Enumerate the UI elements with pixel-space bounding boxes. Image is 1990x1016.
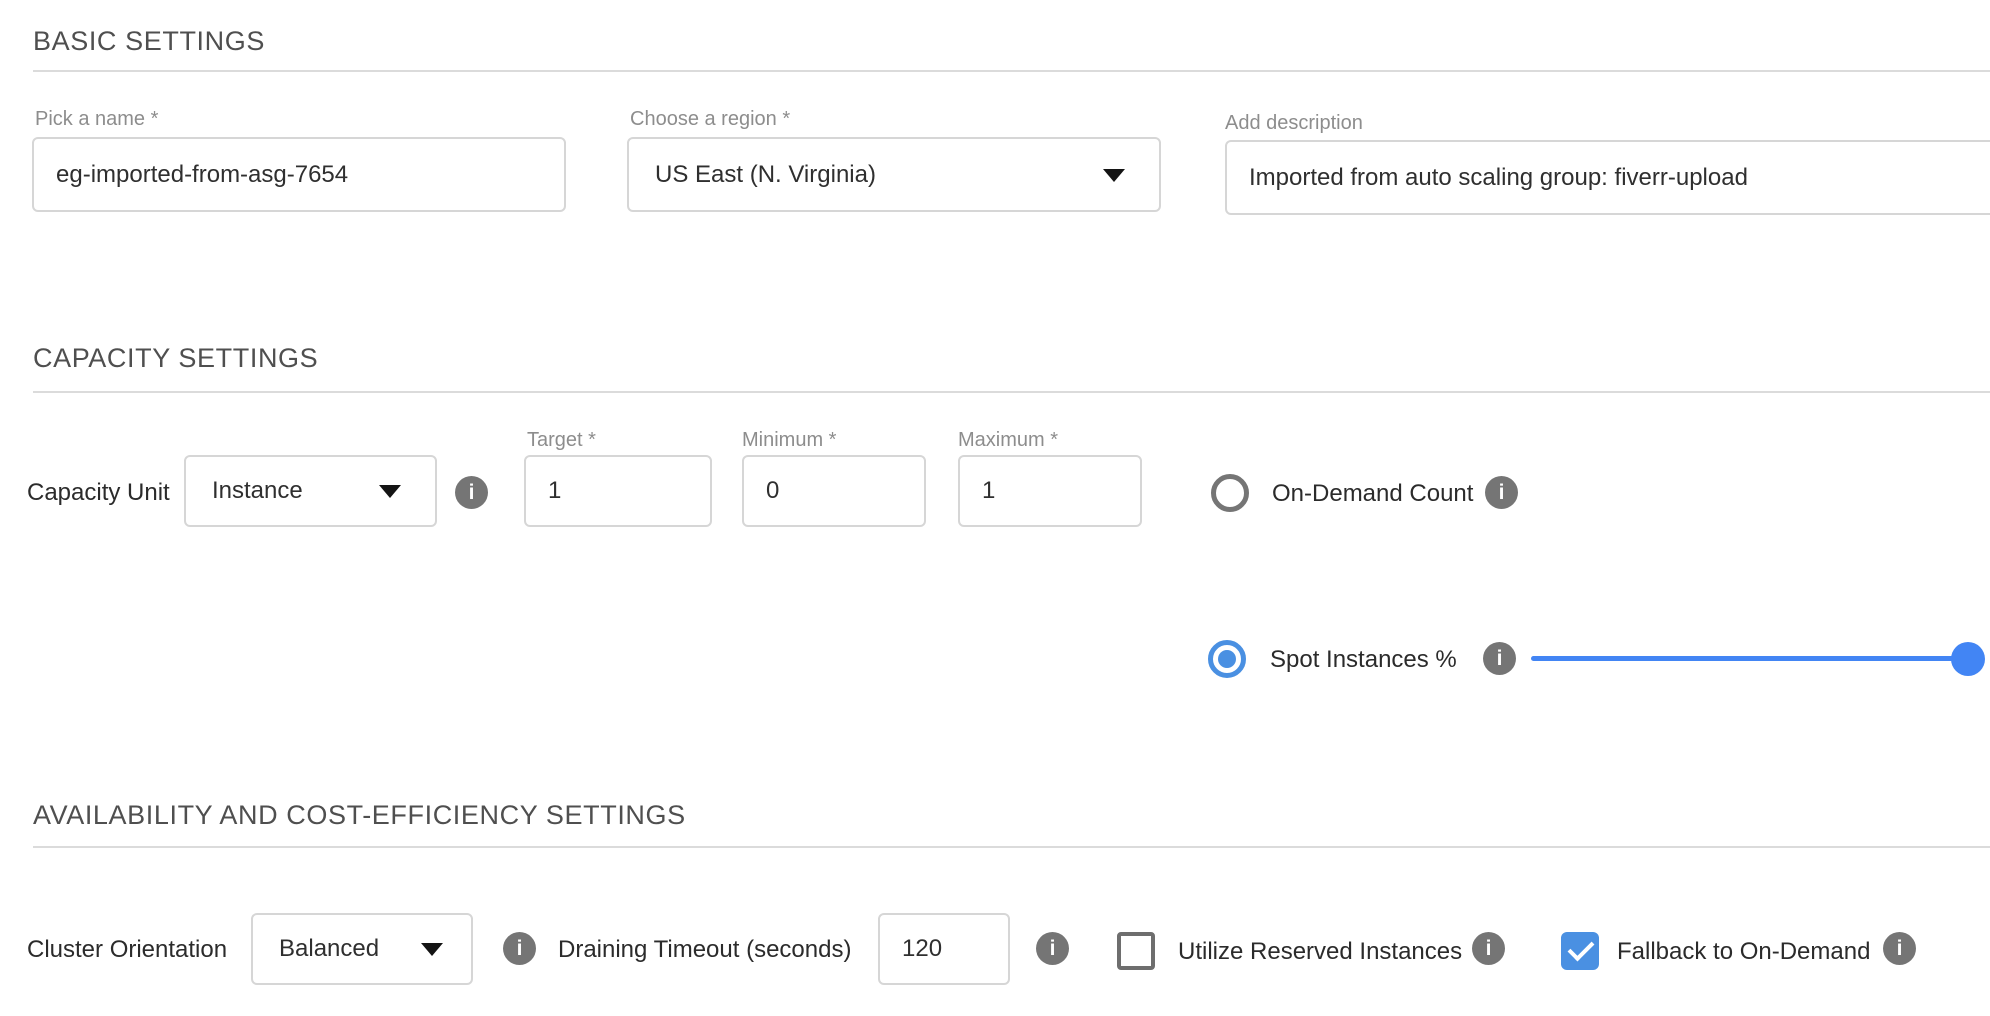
spot-instances-label: Spot Instances % xyxy=(1270,646,1457,674)
region-dropdown-value: US East (N. Virginia) xyxy=(655,161,876,189)
on-demand-count-radio[interactable] xyxy=(1211,474,1249,512)
utilize-reserved-label: Utilize Reserved Instances xyxy=(1178,938,1462,966)
target-label: Target * xyxy=(527,429,596,452)
spot-instances-info-icon[interactable] xyxy=(1483,642,1516,675)
section-divider xyxy=(33,846,1990,848)
dropdown-arrow-icon xyxy=(379,485,401,498)
capacity-settings-title: CAPACITY SETTINGS xyxy=(33,343,318,374)
availability-settings-title: AVAILABILITY AND COST-EFFICIENCY SETTING… xyxy=(33,800,686,831)
cluster-orientation-dropdown[interactable]: Balanced xyxy=(251,913,473,985)
capacity-unit-info-icon[interactable] xyxy=(455,476,488,509)
section-divider xyxy=(33,70,1990,72)
region-dropdown[interactable]: US East (N. Virginia) xyxy=(627,137,1161,212)
name-label: Pick a name * xyxy=(35,108,158,131)
maximum-label: Maximum * xyxy=(958,429,1058,452)
name-input[interactable] xyxy=(32,137,566,212)
maximum-input[interactable] xyxy=(958,455,1142,527)
utilize-reserved-checkbox[interactable] xyxy=(1117,932,1155,970)
utilize-reserved-info-icon[interactable] xyxy=(1472,932,1505,965)
cluster-orientation-info-icon[interactable] xyxy=(503,932,536,965)
capacity-unit-dropdown[interactable]: Instance xyxy=(184,455,437,527)
section-divider xyxy=(33,391,1990,393)
slider-thumb[interactable] xyxy=(1951,642,1985,676)
draining-timeout-info-icon[interactable] xyxy=(1036,932,1069,965)
minimum-input[interactable] xyxy=(742,455,926,527)
elastigroup-settings-form: BASIC SETTINGS Pick a name * Choose a re… xyxy=(0,0,1990,1016)
fallback-on-demand-label: Fallback to On-Demand xyxy=(1617,938,1870,966)
fallback-on-demand-checkbox[interactable] xyxy=(1561,932,1599,970)
cluster-orientation-label: Cluster Orientation xyxy=(27,936,227,964)
description-input[interactable] xyxy=(1225,140,1990,215)
fallback-on-demand-info-icon[interactable] xyxy=(1883,932,1916,965)
capacity-unit-label: Capacity Unit xyxy=(27,479,170,507)
basic-settings-title: BASIC SETTINGS xyxy=(33,26,265,57)
minimum-label: Minimum * xyxy=(742,429,836,452)
dropdown-arrow-icon xyxy=(1103,169,1125,182)
draining-timeout-label: Draining Timeout (seconds) xyxy=(558,936,851,964)
description-label: Add description xyxy=(1225,112,1363,135)
on-demand-count-info-icon[interactable] xyxy=(1485,476,1518,509)
spot-instances-radio[interactable] xyxy=(1208,640,1246,678)
capacity-unit-value: Instance xyxy=(212,477,303,505)
dropdown-arrow-icon xyxy=(421,943,443,956)
draining-timeout-input[interactable] xyxy=(878,913,1010,985)
target-input[interactable] xyxy=(524,455,712,527)
region-label: Choose a region * xyxy=(630,108,790,131)
on-demand-count-label: On-Demand Count xyxy=(1272,480,1473,508)
spot-percentage-slider[interactable] xyxy=(1531,656,1968,661)
cluster-orientation-value: Balanced xyxy=(279,935,379,963)
